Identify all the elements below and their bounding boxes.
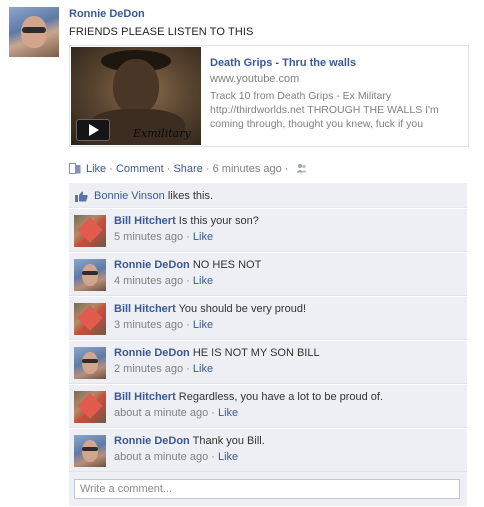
- comment-body: Ronnie DeDon Thank you Bill.: [114, 435, 265, 447]
- commenter-avatar[interactable]: [74, 215, 106, 247]
- comment-time[interactable]: about a minute ago: [114, 451, 208, 463]
- comment-like-link[interactable]: Like: [218, 407, 238, 419]
- shared-link-description: Track 10 from Death Grips - Ex Military …: [210, 90, 439, 130]
- comment-item: Bill Hitchert Regardless, you have a lot…: [69, 384, 467, 428]
- author-name[interactable]: Ronnie DeDon: [69, 8, 145, 20]
- author-avatar[interactable]: [9, 7, 59, 57]
- comment-item: Ronnie DeDon Thank you Bill. about a min…: [69, 428, 467, 472]
- comment-like-link[interactable]: Like: [193, 275, 213, 287]
- comment-text: HE IS NOT MY SON BILL: [192, 347, 320, 359]
- commenter-avatar[interactable]: [74, 391, 106, 423]
- status-text: FRIENDS PLEASE LISTEN TO THIS: [69, 26, 254, 38]
- separator: ·: [186, 363, 190, 375]
- comment-time[interactable]: about a minute ago: [114, 407, 208, 419]
- shared-link-title[interactable]: Death Grips - Thru the walls: [210, 57, 356, 69]
- likes-suffix: likes this.: [167, 190, 214, 202]
- post-timestamp[interactable]: 6 minutes ago: [213, 163, 282, 175]
- comment-item: Bill Hitchert Is this your son? 5 minute…: [69, 208, 467, 252]
- comment-meta: 5 minutes ago · Like: [114, 231, 213, 243]
- comments-section: Bonnie Vinson likes this. Bill Hitchert …: [69, 183, 467, 506]
- comment-meta: 3 minutes ago · Like: [114, 319, 213, 331]
- commenter-avatar[interactable]: [74, 303, 106, 335]
- commenter-name[interactable]: Ronnie DeDon: [114, 347, 190, 359]
- comment-like-link[interactable]: Like: [193, 319, 213, 331]
- separator: ·: [211, 451, 215, 463]
- comment-item: Ronnie DeDon NO HES NOT 4 minutes ago · …: [69, 252, 467, 296]
- comment-item: Bill Hitchert You should be very proud! …: [69, 296, 467, 340]
- share-action[interactable]: Share: [173, 163, 202, 175]
- comment-body: Bill Hitchert You should be very proud!: [114, 303, 306, 315]
- comment-like-link[interactable]: Like: [193, 231, 213, 243]
- commenter-avatar[interactable]: [74, 435, 106, 467]
- comment-text: You should be very proud!: [178, 303, 307, 315]
- comment-time[interactable]: 4 minutes ago: [114, 275, 183, 287]
- comment-meta: 4 minutes ago · Like: [114, 275, 213, 287]
- comment-action[interactable]: Comment: [116, 163, 164, 175]
- comment-text: Regardless, you have a lot to be proud o…: [178, 391, 384, 403]
- likes-summary: Bonnie Vinson likes this.: [69, 183, 467, 208]
- comment-body: Bill Hitchert Is this your son?: [114, 215, 259, 227]
- commenter-avatar[interactable]: [74, 347, 106, 379]
- friends-icon[interactable]: [296, 163, 307, 173]
- liker-name[interactable]: Bonnie Vinson: [94, 190, 165, 202]
- shared-link-card[interactable]: Exmilitary Death Grips - Thru the walls …: [69, 45, 469, 147]
- comment-composer: [69, 472, 467, 506]
- thumbs-up-icon: [75, 191, 88, 202]
- comment-time[interactable]: 2 minutes ago: [114, 363, 183, 375]
- commenter-name[interactable]: Bill Hitchert: [114, 215, 176, 227]
- comment-body: Bill Hitchert Regardless, you have a lot…: [114, 391, 383, 403]
- comment-body: Ronnie DeDon HE IS NOT MY SON BILL: [114, 347, 320, 359]
- commenter-name[interactable]: Bill Hitchert: [114, 303, 176, 315]
- comment-text: Is this your son?: [178, 215, 259, 227]
- separator: ·: [211, 407, 215, 419]
- video-thumbnail[interactable]: Exmilitary: [71, 47, 201, 145]
- comment-meta: about a minute ago · Like: [114, 407, 238, 419]
- post-action-bar: Like · Comment · Share · 6 minutes ago ·: [69, 163, 307, 175]
- like-action[interactable]: Like: [86, 163, 106, 175]
- comment-text: Thank you Bill.: [192, 435, 265, 447]
- write-comment-input[interactable]: [74, 479, 460, 499]
- separator: ·: [166, 163, 171, 175]
- comment-time[interactable]: 3 minutes ago: [114, 319, 183, 331]
- commenter-name[interactable]: Ronnie DeDon: [114, 435, 190, 447]
- comment-item: Ronnie DeDon HE IS NOT MY SON BILL 2 min…: [69, 340, 467, 384]
- shared-link-url: www.youtube.com: [210, 73, 300, 85]
- comment-like-link[interactable]: Like: [193, 363, 213, 375]
- commenter-name[interactable]: Ronnie DeDon: [114, 259, 190, 271]
- separator: ·: [205, 163, 210, 175]
- comment-text: NO HES NOT: [192, 259, 262, 271]
- avatar-glasses: [22, 27, 46, 33]
- play-icon[interactable]: [76, 119, 110, 141]
- comment-time[interactable]: 5 minutes ago: [114, 231, 183, 243]
- separator: ·: [284, 163, 289, 175]
- thumbnail-caption: Exmilitary: [133, 127, 191, 140]
- commenter-name[interactable]: Bill Hitchert: [114, 391, 176, 403]
- like-icon: [69, 163, 81, 174]
- comment-body: Ronnie DeDon NO HES NOT: [114, 259, 261, 271]
- separator: ·: [186, 319, 190, 331]
- commenter-avatar[interactable]: [74, 259, 106, 291]
- comment-like-link[interactable]: Like: [218, 451, 238, 463]
- comment-meta: about a minute ago · Like: [114, 451, 238, 463]
- separator: ·: [186, 275, 190, 287]
- likes-text: Bonnie Vinson likes this.: [94, 190, 213, 202]
- separator: ·: [109, 163, 113, 175]
- comment-meta: 2 minutes ago · Like: [114, 363, 213, 375]
- thumbnail-head: [113, 59, 159, 115]
- separator: ·: [186, 231, 190, 243]
